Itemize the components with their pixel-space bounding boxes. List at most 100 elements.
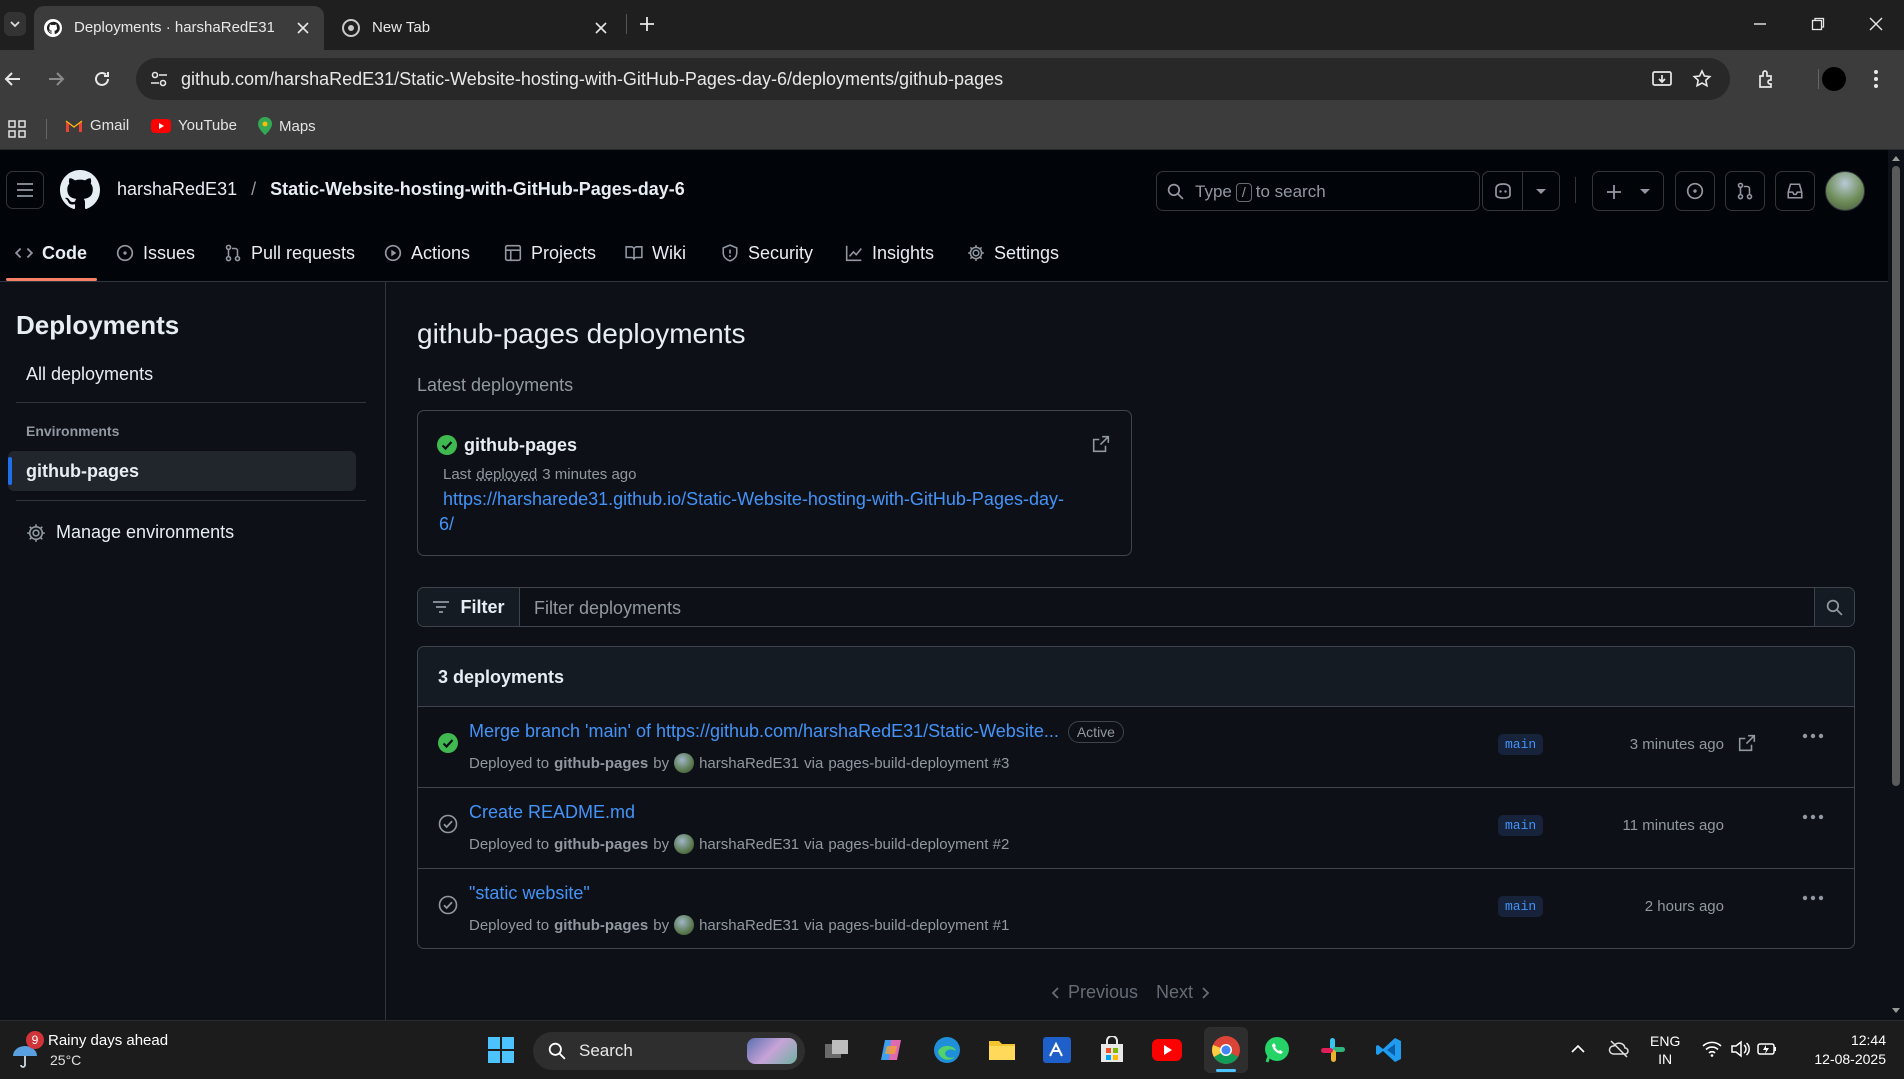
whatsapp-app[interactable] <box>1260 1033 1294 1067</box>
filter-input[interactable]: Filter deployments <box>534 598 681 619</box>
install-app-icon[interactable] <box>1651 69 1673 89</box>
slack-app[interactable] <box>1316 1033 1350 1067</box>
taskbar-search[interactable]: Search <box>533 1032 805 1070</box>
branch-badge[interactable]: main <box>1498 896 1544 917</box>
bookmark-youtube[interactable]: YouTube <box>151 117 237 134</box>
kebab-menu-icon[interactable] <box>1802 814 1824 820</box>
tab-issues[interactable]: Issues <box>116 238 195 268</box>
close-tab-icon[interactable] <box>594 21 608 35</box>
back-icon[interactable] <box>3 69 23 89</box>
previous-page-button[interactable]: Previous <box>1050 982 1138 1003</box>
pull-requests-button[interactable] <box>1725 171 1765 211</box>
file-explorer-app[interactable] <box>985 1033 1019 1067</box>
tab-projects[interactable]: Projects <box>504 238 596 268</box>
scrollbar-thumb[interactable] <box>1892 166 1900 786</box>
tab-new-tab[interactable]: New Tab <box>330 6 620 50</box>
chevron-up-icon[interactable] <box>1570 1043 1586 1055</box>
apps-grid-icon[interactable] <box>8 120 26 138</box>
copilot-button[interactable] <box>1482 171 1560 211</box>
bookmark-gmail[interactable]: Gmail <box>65 117 129 134</box>
branch-badge[interactable]: main <box>1498 815 1544 836</box>
vscode-like-app[interactable] <box>1040 1033 1074 1067</box>
address-bar[interactable]: github.com/harshaRedE31/Static-Website-h… <box>136 58 1730 100</box>
restore-icon[interactable] <box>1810 16 1826 32</box>
close-tab-icon[interactable] <box>296 21 310 35</box>
bookmark-maps[interactable]: Maps <box>258 117 316 135</box>
user-link[interactable]: harshaRedE31 <box>699 836 799 853</box>
edge-app[interactable] <box>930 1033 964 1067</box>
tab-security[interactable]: Security <box>721 238 813 268</box>
environment-link[interactable]: github-pages <box>554 917 648 934</box>
environment-link[interactable]: github-pages <box>554 836 648 853</box>
search-input[interactable]: Type / to search <box>1156 171 1480 211</box>
tab-actions[interactable]: Actions <box>384 238 470 268</box>
github-logo-icon[interactable] <box>60 170 100 210</box>
tab-code[interactable]: Code <box>15 238 87 268</box>
workflow-link[interactable]: pages-build-deployment #1 <box>828 917 1009 934</box>
clock[interactable]: 12:44 12-08-2025 <box>1796 1031 1886 1069</box>
deployed-link[interactable]: deployed <box>476 466 537 483</box>
chrome-app-active[interactable] <box>1204 1027 1248 1073</box>
copilot-app[interactable] <box>874 1033 908 1067</box>
tab-wiki[interactable]: Wiki <box>625 238 686 268</box>
scroll-up-icon[interactable] <box>1891 154 1901 162</box>
filter-button[interactable]: Filter <box>418 588 520 626</box>
kebab-menu-icon[interactable] <box>1802 733 1824 739</box>
extensions-icon[interactable] <box>1756 68 1778 90</box>
forward-icon[interactable] <box>46 69 66 89</box>
close-window-icon[interactable] <box>1868 16 1884 32</box>
page-scrollbar[interactable] <box>1888 150 1904 1020</box>
minimize-icon[interactable] <box>1752 16 1768 32</box>
manage-environments-link[interactable]: Manage environments <box>26 522 234 543</box>
repo-link[interactable]: Static-Website-hosting-with-GitHub-Pages… <box>270 179 685 200</box>
new-tab-plus-icon[interactable] <box>638 15 656 33</box>
tab-insights[interactable]: Insights <box>845 238 934 268</box>
reload-icon[interactable] <box>92 69 112 89</box>
profile-avatar[interactable] <box>1822 67 1846 91</box>
deployment-commit-link[interactable]: "static website" <box>469 883 590 904</box>
chevron-down-icon[interactable] <box>1535 188 1547 196</box>
bookmark-star-icon[interactable] <box>1692 69 1712 89</box>
site-info-icon[interactable] <box>149 69 169 89</box>
global-menu-button[interactable] <box>6 171 44 209</box>
weather-widget[interactable]: 9 Rainy days ahead 25°C <box>8 1031 198 1071</box>
volume-icon[interactable] <box>1730 1040 1750 1058</box>
battery-charging-icon[interactable] <box>1756 1040 1778 1058</box>
workflow-link[interactable]: pages-build-deployment #3 <box>828 755 1009 772</box>
store-app[interactable] <box>1095 1033 1129 1067</box>
tab-search-button[interactable] <box>4 12 26 36</box>
external-link-icon[interactable] <box>1092 435 1110 453</box>
user-link[interactable]: harshaRedE31 <box>699 917 799 934</box>
sidebar-item-all-deployments[interactable]: All deployments <box>26 364 153 385</box>
environment-link[interactable]: github-pages <box>554 755 648 772</box>
wifi-icon[interactable] <box>1702 1041 1722 1057</box>
branch-badge[interactable]: main <box>1498 734 1544 755</box>
language-indicator[interactable]: ENG IN <box>1650 1032 1680 1068</box>
sidebar-item-github-pages[interactable]: github-pages <box>8 451 356 491</box>
user-link[interactable]: harshaRedE31 <box>699 755 799 772</box>
start-button[interactable] <box>484 1033 518 1067</box>
next-page-button[interactable]: Next <box>1156 982 1211 1003</box>
deployment-url-link[interactable]: https://harsharede31.github.io/Static-We… <box>439 489 1064 535</box>
tab-settings[interactable]: Settings <box>967 238 1059 268</box>
onedrive-off-icon[interactable] <box>1608 1039 1630 1059</box>
kebab-menu-icon[interactable] <box>1802 895 1824 901</box>
vscode-app[interactable] <box>1372 1033 1406 1067</box>
browser-menu-icon[interactable] <box>1872 69 1880 89</box>
tab-deployments[interactable]: Deployments · harshaRedE31/St <box>34 6 324 50</box>
inbox-button[interactable] <box>1775 171 1815 211</box>
youtube-app[interactable] <box>1150 1033 1184 1067</box>
issues-button[interactable] <box>1675 171 1715 211</box>
user-avatar[interactable] <box>1825 171 1865 211</box>
deployment-commit-link[interactable]: Create README.md <box>469 802 635 823</box>
owner-link[interactable]: harshaRedE31 <box>117 179 237 200</box>
workflow-link[interactable]: pages-build-deployment #2 <box>828 836 1009 853</box>
create-new-button[interactable] <box>1592 171 1664 211</box>
task-view-button[interactable] <box>820 1033 854 1067</box>
scroll-down-icon[interactable] <box>1891 1007 1901 1015</box>
external-link-icon[interactable] <box>1738 734 1756 752</box>
issue-opened-icon <box>116 244 134 262</box>
tab-pull-requests[interactable]: Pull requests <box>224 238 355 268</box>
deployment-commit-link[interactable]: Merge branch 'main' of https://github.co… <box>469 721 1059 741</box>
filter-search-button[interactable] <box>1814 588 1854 626</box>
